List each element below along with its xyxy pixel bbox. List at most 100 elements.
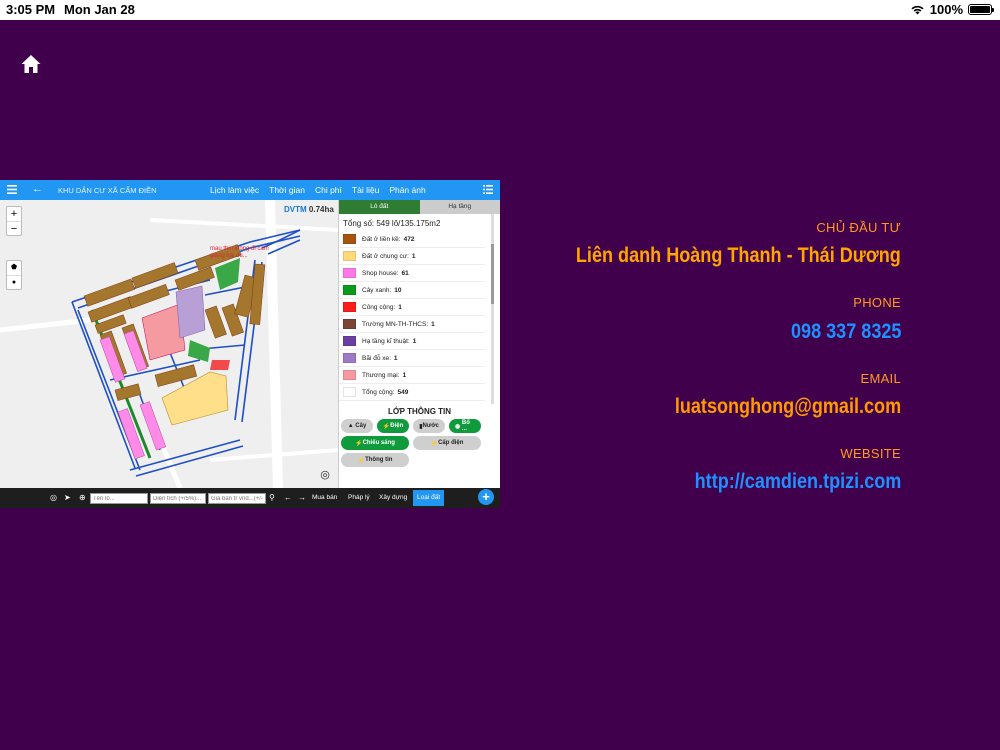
panel-scrollbar[interactable] bbox=[491, 214, 494, 404]
locate-icon[interactable]: ➤ bbox=[64, 493, 71, 502]
phone-link[interactable]: 098 337 8325 bbox=[791, 320, 901, 344]
legend-list: Đất ở liền kề: 472 Đất ở chung cư: 1 Shop ho… bbox=[339, 231, 500, 401]
tab-loai-dat[interactable]: Loại đất bbox=[413, 490, 445, 506]
price-input[interactable] bbox=[208, 493, 266, 504]
legend-count: 61 bbox=[401, 269, 409, 277]
tab-ha-tang[interactable]: Hạ tầng bbox=[419, 200, 500, 214]
legend-count: 549 bbox=[397, 388, 409, 396]
app-bottom-bar: ◎ ➤ ⊕ ⚲ ← → Mua bán Pháp lý Xây dựng Loạ… bbox=[0, 488, 500, 508]
dvtm-area: 0.74ha bbox=[308, 205, 334, 214]
status-bar: 3:05 PM Mon Jan 28 100% bbox=[0, 0, 1000, 20]
layer-row-3: ⚡ Thông tin bbox=[339, 450, 500, 467]
legend-count: 10 bbox=[394, 286, 402, 294]
app-title: KHU DÂN CƯ XÃ CẨM ĐIỀN bbox=[58, 186, 157, 195]
email-link[interactable]: luatsonghong@gmail.com bbox=[675, 395, 901, 419]
layer-bo-label: Bố ... bbox=[461, 420, 470, 432]
area-input[interactable] bbox=[150, 493, 206, 504]
home-icon[interactable] bbox=[20, 53, 42, 75]
polygon-tool-icon[interactable]: ⬟ bbox=[7, 261, 21, 275]
layer-cay-label: Cây bbox=[355, 423, 367, 429]
layer-cap-dien-button[interactable]: ⚡ Cấp điện bbox=[413, 436, 481, 450]
legend-swatch bbox=[343, 268, 356, 278]
legend-label: Trường MN-TH-THCS: bbox=[362, 320, 429, 328]
legend-swatch bbox=[343, 251, 356, 261]
nav-tai-lieu[interactable]: Tài liệu bbox=[352, 185, 379, 195]
layer-bo-button[interactable]: ◉ Bố ... bbox=[449, 419, 481, 433]
list-icon[interactable] bbox=[482, 184, 494, 195]
tab-mua-ban[interactable]: Mua bán bbox=[312, 494, 337, 501]
search-icon[interactable]: ⚲ bbox=[269, 493, 275, 502]
back-arrow-icon[interactable]: ← bbox=[32, 183, 43, 195]
panel-tabs: Lô đất Hạ tầng bbox=[339, 200, 500, 214]
marker-tool-icon[interactable]: ● bbox=[7, 275, 21, 289]
layer-thong-tin-label: Thông tin bbox=[365, 457, 393, 463]
site-plan-drawing bbox=[0, 200, 338, 488]
nav-lich-lam-viec[interactable]: Lịch làm việc bbox=[210, 185, 259, 195]
site-map[interactable]: + − ⬟ ● DVTM 0.74ha mau thin luong đi ca… bbox=[0, 200, 338, 488]
nav-thoi-gian[interactable]: Thời gian bbox=[269, 185, 305, 195]
legend-row[interactable]: Đất ở liền kề: 472 bbox=[339, 231, 485, 248]
menu-icon[interactable] bbox=[6, 184, 18, 195]
zoom-in-button[interactable]: + bbox=[7, 207, 21, 221]
draw-tools: ⬟ ● bbox=[6, 260, 22, 290]
status-right: 100% bbox=[910, 2, 994, 17]
wifi-icon bbox=[911, 5, 924, 15]
layer-nuoc-button[interactable]: ▮ Nước bbox=[413, 419, 445, 433]
legend-label: Công cộng: bbox=[362, 303, 396, 311]
app-screenshot: ← KHU DÂN CƯ XÃ CẨM ĐIỀN Lịch làm việc T… bbox=[0, 180, 500, 508]
tab-phap-ly[interactable]: Pháp lý bbox=[348, 494, 370, 501]
layer-chieu-sang-button[interactable]: ⚡ Chiếu sáng bbox=[341, 436, 409, 450]
layer-nuoc-label: Nước bbox=[422, 423, 439, 429]
website-link[interactable]: http://camdien.tpizi.com bbox=[694, 470, 901, 494]
tab-lo-dat[interactable]: Lô đất bbox=[339, 200, 420, 214]
tab-xay-dung[interactable]: Xây dựng bbox=[379, 494, 407, 501]
legend-swatch bbox=[343, 319, 356, 329]
legend-label: Đất ở chung cư: bbox=[362, 252, 409, 260]
legend-row[interactable]: Thương mại: 1 bbox=[339, 367, 485, 384]
nav-chi-phi[interactable]: Chi phí bbox=[315, 185, 342, 195]
layer-thong-tin-button[interactable]: ⚡ Thông tin bbox=[341, 453, 409, 467]
legend-swatch bbox=[343, 234, 356, 244]
legend-swatch bbox=[343, 285, 356, 295]
prev-arrow-icon[interactable]: ← bbox=[284, 493, 292, 502]
legend-row[interactable]: Hạ tầng kĩ thuật: 1 bbox=[339, 333, 485, 350]
location-pin-icon[interactable]: ◎ bbox=[318, 468, 332, 484]
nav-phan-anh[interactable]: Phản ánh bbox=[389, 185, 425, 195]
legend-label: Bãi đỗ xe: bbox=[362, 354, 391, 362]
layer-cap-dien-label: Cấp điện bbox=[438, 440, 464, 446]
layer-cay-button[interactable]: ▲ Cây bbox=[341, 419, 373, 433]
legend-count: 1 bbox=[398, 303, 402, 311]
investor-label: CHỦ ĐẦU TƯ bbox=[816, 220, 901, 235]
globe-icon[interactable]: ⊕ bbox=[79, 493, 86, 502]
investor-name: Liên danh Hoàng Thanh - Thái Dương bbox=[576, 244, 901, 267]
legend-count: 1 bbox=[393, 354, 398, 362]
legend-row[interactable]: Trường MN-TH-THCS: 1 bbox=[339, 316, 485, 333]
zoom-out-button[interactable]: − bbox=[7, 221, 21, 235]
dvtm-label: DVTM 0.74ha bbox=[284, 205, 334, 214]
legend-row[interactable]: Cây xanh: 10 bbox=[339, 282, 485, 299]
legend-count: 1 bbox=[431, 320, 435, 328]
legend-label: Tổng cộng: bbox=[362, 388, 395, 396]
target-icon[interactable]: ◎ bbox=[50, 493, 57, 502]
add-fab-button[interactable]: + bbox=[478, 489, 494, 505]
next-arrow-icon[interactable]: → bbox=[298, 493, 306, 502]
legend-row[interactable]: Shop house: 61 bbox=[339, 265, 485, 282]
lot-name-input[interactable] bbox=[90, 493, 148, 504]
legend-swatch bbox=[343, 387, 356, 397]
zoom-controls: + − bbox=[6, 206, 22, 236]
status-date: Mon Jan 28 bbox=[64, 2, 135, 17]
legend-row[interactable]: Đất ở chung cư: 1 bbox=[339, 248, 485, 265]
legend-row[interactable]: Công cộng: 1 bbox=[339, 299, 485, 316]
legend-row[interactable]: Bãi đỗ xe: 1 bbox=[339, 350, 485, 367]
legend-count: 1 bbox=[411, 252, 416, 260]
legend-swatch bbox=[343, 336, 356, 346]
legend-row[interactable]: Tổng cộng: 549 bbox=[339, 384, 485, 401]
legend-count: 472 bbox=[403, 235, 415, 243]
layer-row-2: ⚡ Chiếu sáng ⚡ Cấp điện bbox=[339, 433, 500, 450]
dvtm-title: DVTM bbox=[284, 205, 307, 214]
layer-dien-button[interactable]: ⚡ Điện bbox=[377, 419, 409, 433]
layer-dien-label: Điện bbox=[390, 423, 404, 429]
battery-percent: 100% bbox=[929, 2, 963, 17]
status-time: 3:05 PM bbox=[6, 2, 56, 17]
battery-icon bbox=[968, 4, 994, 15]
